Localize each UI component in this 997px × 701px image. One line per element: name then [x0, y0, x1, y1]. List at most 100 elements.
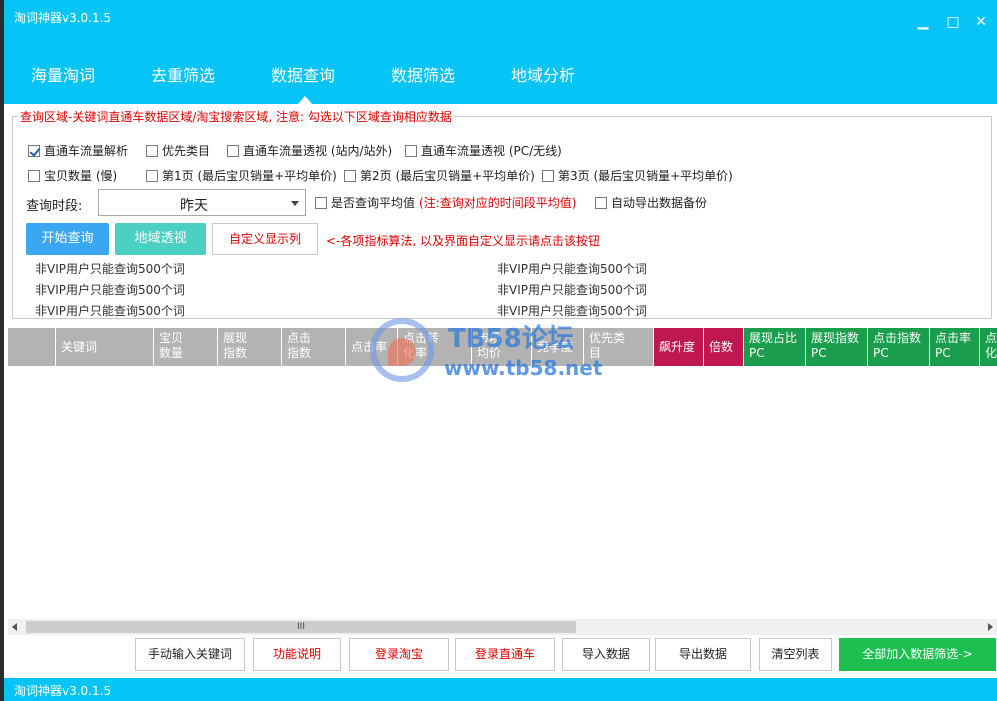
checkbox-box[interactable] [344, 169, 356, 182]
checkbox-box[interactable] [146, 144, 158, 157]
column-header-label: 点击率 [935, 331, 972, 345]
maximize-button[interactable]: □ [942, 12, 964, 32]
column-header[interactable]: 点击率 [346, 328, 398, 366]
start-query-button[interactable]: 开始查询 [26, 223, 109, 255]
close-button[interactable]: ✕ [970, 12, 992, 32]
column-header[interactable]: 倍数 [704, 328, 744, 366]
checkbox-box[interactable] [405, 144, 417, 157]
vip-note: 非VIP用户只能查询500个词 [35, 304, 185, 318]
checkbox-ztc-traffic-analysis[interactable]: 直通车流量解析 [28, 142, 128, 159]
column-header[interactable]: 点击 指数 [282, 328, 346, 366]
checkbox-box[interactable] [227, 144, 239, 157]
column-header-sublabel: 数量 [159, 346, 184, 360]
column-header[interactable]: 点击指数 PC [868, 328, 930, 366]
checkbox-auto-export-backup[interactable]: 自动导出数据备份 [595, 194, 707, 211]
minimize-button[interactable]: ▁ [912, 12, 934, 32]
results-grid-header: 关键词 宝贝 数量 展现 指数 点击 指数 点击率 点击转 化率 市场 均价 竞争度 优先类目飙升度 倍数展… [8, 328, 997, 366]
scrollbar-thumb[interactable]: III [26, 621, 576, 633]
checkbox-label: 是否查询平均值 [331, 196, 416, 210]
custom-columns-hint: <-各项指标算法, 以及界面自定义显示请点击该按钮 [326, 234, 601, 248]
column-header-sublabel: PC [811, 346, 827, 360]
column-header-label: 飙升度 [659, 340, 696, 354]
checkbox-label: 第1页 (最后宝贝销量+平均单价) [162, 169, 337, 183]
help-button[interactable]: 功能说明 [253, 638, 341, 671]
column-header[interactable]: 优先类目 [584, 328, 654, 366]
tab-data-filter[interactable]: 数据筛选 [391, 62, 455, 86]
vip-note: 非VIP用户只能查询500个词 [35, 283, 185, 297]
column-header[interactable]: 竞争度 [532, 328, 584, 366]
checkbox-box[interactable] [146, 169, 158, 182]
column-header-sublabel: 化率 [403, 346, 428, 360]
checkbox-box[interactable] [28, 144, 40, 157]
scroll-left-icon[interactable] [12, 623, 17, 631]
column-header-label: 展现 [223, 331, 248, 345]
column-header-label: 宝贝 [159, 331, 184, 345]
column-header[interactable]: 关键词 [56, 328, 154, 366]
tab-dedupe-filter[interactable]: 去重筛选 [151, 62, 215, 86]
period-select[interactable]: 昨天 [98, 189, 306, 216]
column-header-label: 倍数 [709, 340, 734, 354]
login-taobao-button[interactable]: 登录淘宝 [349, 638, 449, 671]
column-header-sublabel: 指数 [223, 346, 248, 360]
column-header-sublabel: 指数 [287, 346, 312, 360]
checkbox-label: 第3页 (最后宝贝销量+平均单价) [558, 169, 733, 183]
column-header-label: 优先类 [589, 331, 626, 345]
checkbox-priority-category[interactable]: 优先类目 [146, 142, 210, 159]
checkbox-item-count[interactable]: 宝贝数量 (慢) [28, 167, 117, 184]
left-edge-strip [0, 0, 4, 701]
column-header-label: 点击指数 [873, 331, 922, 345]
column-header[interactable]: 展现指数 PC [806, 328, 868, 366]
column-header-label: 点击转 [403, 331, 440, 345]
checkbox-page-3[interactable]: 第3页 (最后宝贝销量+平均单价) [542, 167, 733, 184]
column-header-sublabel: 均价 [477, 346, 502, 360]
checkbox-ztc-pc-wireless[interactable]: 直通车流量透视 (PC/无线) [405, 142, 562, 159]
column-header[interactable]: 点击率 PC [930, 328, 980, 366]
checkbox-label: 直通车流量透视 (PC/无线) [421, 144, 562, 158]
column-header[interactable]: 点化 [980, 328, 997, 366]
column-header-label: 竞争度 [537, 340, 574, 354]
checkbox-box[interactable] [595, 196, 607, 209]
column-header-label: 关键词 [61, 340, 98, 354]
column-header-sublabel: PC [873, 346, 889, 360]
tab-region-analysis[interactable]: 地域分析 [511, 62, 575, 86]
add-all-to-filter-button[interactable]: 全部加入数据筛选-> [839, 638, 996, 671]
column-header-label: 点 [985, 331, 997, 345]
checkbox-label: 自动导出数据备份 [611, 196, 708, 210]
column-header[interactable]: 展现 指数 [218, 328, 282, 366]
checkbox-box[interactable] [315, 196, 327, 209]
vip-note: 非VIP用户只能查询500个词 [497, 262, 647, 276]
column-header[interactable]: 宝贝 数量 [154, 328, 218, 366]
checkbox-query-average[interactable]: 是否查询平均值 (注:查询对应的时间段平均值) [315, 194, 576, 211]
column-header[interactable]: 点击转 化率 [398, 328, 472, 366]
clear-list-button[interactable]: 清空列表 [759, 638, 832, 671]
tab-keyword-mining[interactable]: 海量淘词 [31, 62, 95, 86]
active-tab-indicator [298, 96, 312, 104]
horizontal-scrollbar[interactable]: III [8, 619, 997, 635]
tab-data-query[interactable]: 数据查询 [271, 62, 335, 86]
import-data-button[interactable]: 导入数据 [562, 638, 650, 671]
column-header-label: 展现指数 [811, 331, 860, 345]
scroll-right-icon[interactable] [988, 623, 993, 631]
column-header[interactable]: 市场 均价 [472, 328, 532, 366]
manual-input-keywords-button[interactable]: 手动输入关键词 [135, 638, 245, 671]
export-data-button[interactable]: 导出数据 [655, 638, 751, 671]
title-bar: 淘词神器v3.0.1.5 ▁ □ ✕ [4, 0, 997, 44]
column-header[interactable]: 展现占比 PC [744, 328, 806, 366]
checkbox-box[interactable] [28, 169, 40, 182]
checkbox-ztc-onsite-offsite[interactable]: 直通车流量透视 (站内/站外) [227, 142, 392, 159]
login-ztc-button[interactable]: 登录直通车 [455, 638, 555, 671]
vip-note: 非VIP用户只能查询500个词 [497, 283, 647, 297]
average-note: (注:查询对应的时间段平均值) [419, 196, 577, 210]
column-header[interactable] [8, 328, 56, 366]
checkbox-box[interactable] [542, 169, 554, 182]
query-panel-legend: 查询区域-关键词直通车数据区域/淘宝搜索区域, 注意: 勾选以下区域查询相应数据 [18, 108, 454, 125]
main-tabs: 海量淘词 去重筛选 数据查询 数据筛选 地域分析 [4, 44, 997, 104]
region-view-button[interactable]: 地域透视 [115, 223, 206, 255]
checkbox-label: 第2页 (最后宝贝销量+平均单价) [360, 169, 535, 183]
custom-columns-button[interactable]: 自定义显示列 [212, 223, 318, 255]
checkbox-page-2[interactable]: 第2页 (最后宝贝销量+平均单价) [344, 167, 535, 184]
column-header-sublabel: PC [935, 346, 951, 360]
checkbox-label: 直通车流量解析 [44, 144, 129, 158]
checkbox-page-1[interactable]: 第1页 (最后宝贝销量+平均单价) [146, 167, 337, 184]
column-header[interactable]: 飙升度 [654, 328, 704, 366]
